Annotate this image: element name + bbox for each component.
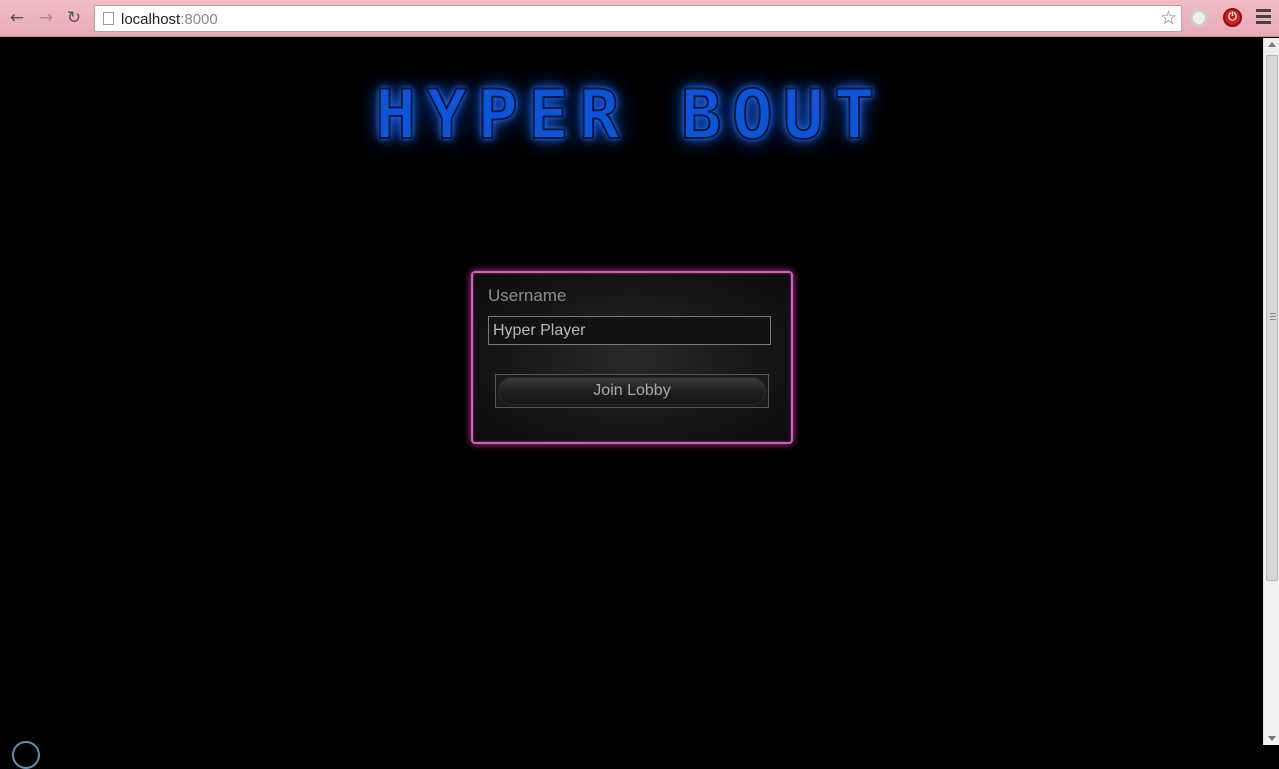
url-port: :8000	[180, 11, 218, 28]
chat-bubble-icon[interactable]	[12, 741, 40, 769]
logo-title: HYPER BOUT	[374, 75, 885, 156]
power-extension-icon[interactable]: ⏻	[1223, 8, 1242, 27]
reload-icon[interactable]: ↻	[62, 6, 86, 30]
username-label: Username	[488, 286, 567, 305]
bookmark-star-icon[interactable]: ☆	[1160, 7, 1177, 29]
username-input[interactable]	[488, 316, 771, 345]
extension-icon[interactable]	[1190, 9, 1208, 27]
page-viewport: HYPER BOUT Username Join Lobby	[0, 38, 1263, 745]
vertical-scrollbar[interactable]	[1263, 38, 1279, 745]
join-lobby-label: Join Lobby	[498, 377, 766, 405]
page-icon	[103, 12, 114, 25]
login-panel: Username Join Lobby	[471, 271, 793, 444]
scroll-up-icon[interactable]	[1268, 42, 1276, 47]
address-bar[interactable]: localhost:8000 ☆	[94, 5, 1182, 32]
game-logo: HYPER BOUT	[310, 60, 950, 170]
back-icon[interactable]: ←	[5, 6, 29, 30]
join-lobby-button[interactable]: Join Lobby	[495, 374, 769, 408]
scroll-down-icon[interactable]	[1268, 736, 1276, 741]
url-host: localhost	[121, 11, 181, 28]
url-text: localhost:8000	[121, 11, 218, 28]
scroll-thumb[interactable]	[1266, 55, 1278, 581]
menu-icon[interactable]	[1256, 9, 1271, 27]
forward-icon[interactable]: →	[34, 6, 58, 30]
browser-toolbar: ← → ↻ localhost:8000 ☆ ⏻	[0, 0, 1279, 37]
scroll-grip-icon	[1270, 313, 1276, 322]
